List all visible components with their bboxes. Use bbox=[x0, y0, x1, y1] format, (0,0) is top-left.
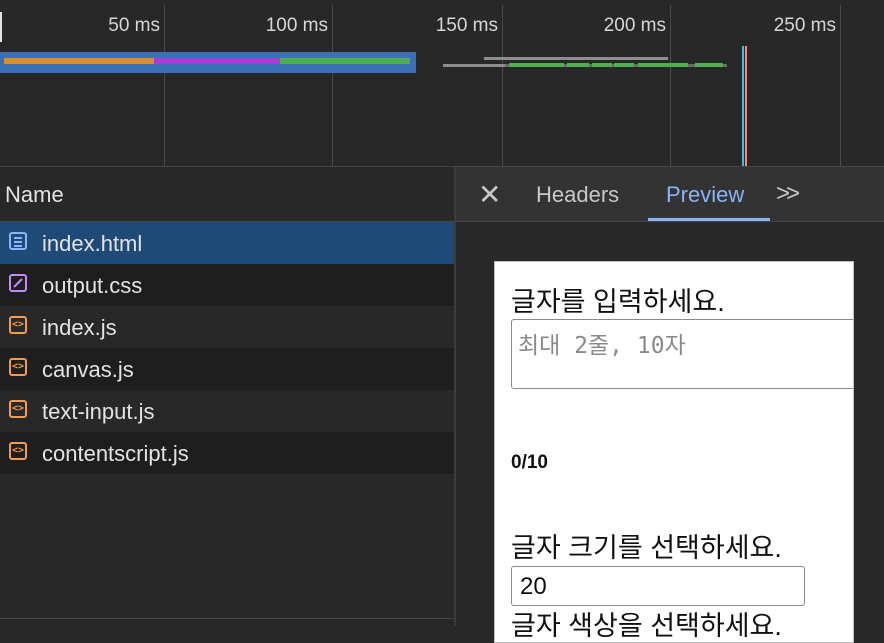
grid-line bbox=[840, 5, 841, 166]
request-name: index.js bbox=[42, 315, 117, 340]
tick-label: 50 ms bbox=[108, 15, 160, 36]
tick-label: 150 ms bbox=[435, 15, 498, 36]
tick-label: 200 ms bbox=[603, 15, 666, 36]
tab-headers[interactable]: Headers bbox=[536, 182, 619, 208]
request-detail-panel: ✕ Headers Preview >> 글자를 입력하세요. 최대 2줄, 1… bbox=[456, 167, 884, 643]
detail-tabbar: ✕ Headers Preview >> bbox=[456, 167, 884, 222]
divider bbox=[0, 618, 454, 619]
tab-preview[interactable]: Preview bbox=[666, 182, 744, 208]
script-icon: <> bbox=[9, 442, 27, 460]
grid-line bbox=[164, 5, 165, 166]
download-segment bbox=[614, 63, 634, 67]
tick-label: 250 ms bbox=[773, 15, 836, 36]
download-segment bbox=[567, 63, 589, 67]
waiting-segment bbox=[4, 58, 154, 64]
grid-line bbox=[670, 5, 671, 166]
request-row-output-css[interactable]: output.css bbox=[0, 264, 454, 306]
script-icon: <> bbox=[9, 358, 27, 376]
column-header-label: Name bbox=[5, 182, 64, 207]
font-size-value: 20 bbox=[520, 573, 547, 600]
close-icon[interactable]: ✕ bbox=[478, 178, 501, 211]
receiving-segment bbox=[154, 58, 280, 64]
grid-line bbox=[332, 5, 333, 166]
download-segment bbox=[280, 58, 410, 64]
html-preview-frame: 글자를 입력하세요. 최대 2줄, 10자 0/10 글자 크기를 선택하세요.… bbox=[494, 261, 854, 643]
network-timeline-overview[interactable]: 50 ms 100 ms 150 ms 200 ms 250 ms bbox=[0, 0, 884, 166]
load-event-marker bbox=[745, 46, 747, 166]
download-segment bbox=[638, 63, 688, 67]
font-size-input[interactable]: 20 bbox=[511, 566, 805, 606]
request-name: canvas.js bbox=[42, 357, 134, 382]
request-row-contentscript-js[interactable]: <> contentscript.js bbox=[0, 432, 454, 474]
grid-line bbox=[502, 5, 503, 166]
timeline-cursor bbox=[0, 12, 2, 42]
size-prompt-text: 글자 크기를 선택하세요. bbox=[511, 533, 782, 563]
preview-text-area[interactable]: 최대 2줄, 10자 bbox=[511, 319, 853, 389]
request-name: contentscript.js bbox=[42, 441, 189, 466]
more-tabs-chevron-icon[interactable]: >> bbox=[776, 180, 800, 208]
request-bar[interactable] bbox=[484, 57, 668, 60]
preview-prompt-text: 글자를 입력하세요. bbox=[511, 287, 725, 317]
download-segment bbox=[695, 63, 723, 67]
tick-label: 100 ms bbox=[265, 15, 328, 36]
request-bar[interactable] bbox=[443, 64, 505, 67]
download-segment bbox=[509, 63, 564, 67]
character-counter: 0/10 bbox=[511, 452, 548, 473]
document-icon bbox=[9, 232, 27, 250]
color-prompt-text: 글자 색상을 선택하세요. bbox=[511, 611, 782, 641]
request-name: output.css bbox=[42, 273, 143, 298]
request-row-text-input-js[interactable]: <> text-input.js bbox=[0, 390, 454, 432]
request-name: index.html bbox=[42, 231, 143, 256]
request-row-canvas-js[interactable]: <> canvas.js bbox=[0, 348, 454, 390]
textarea-placeholder: 최대 2줄, 10자 bbox=[518, 333, 686, 359]
dom-content-loaded-marker bbox=[742, 46, 744, 166]
script-icon: <> bbox=[9, 400, 27, 418]
request-name: text-input.js bbox=[42, 399, 155, 424]
request-row-index-js[interactable]: <> index.js bbox=[0, 306, 454, 348]
active-tab-indicator bbox=[648, 218, 770, 221]
stylesheet-icon bbox=[9, 274, 27, 292]
request-row-index-html[interactable]: index.html bbox=[0, 222, 454, 264]
name-column-header[interactable]: Name bbox=[0, 167, 454, 222]
script-icon: <> bbox=[9, 316, 27, 334]
download-segment bbox=[592, 63, 612, 67]
request-list-panel: Name index.html output.css <> index.js <… bbox=[0, 167, 454, 626]
